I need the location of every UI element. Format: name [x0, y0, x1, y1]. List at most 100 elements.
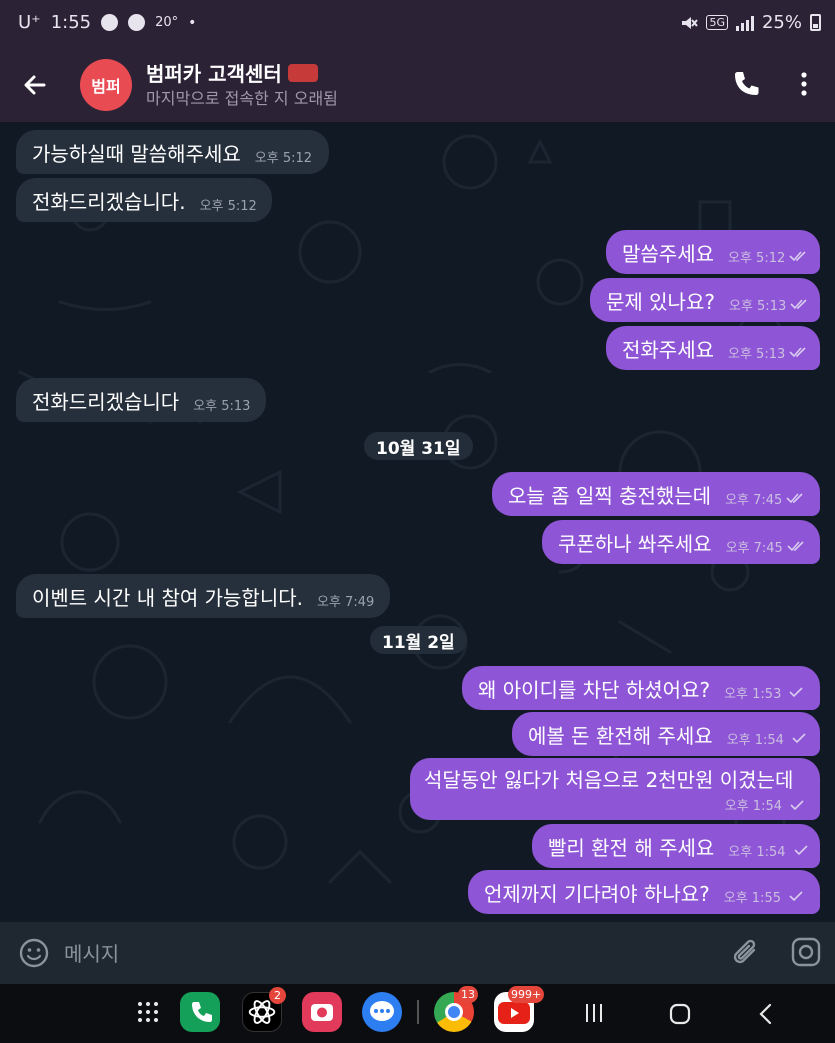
- message-time: 오후 5:13: [728, 298, 787, 314]
- attachment-icon[interactable]: [730, 936, 762, 970]
- camera-app-icon[interactable]: [302, 992, 342, 1032]
- message-text: 전화주세요: [622, 337, 714, 362]
- message-meta: 오후 5:13: [728, 343, 809, 362]
- message-bubble[interactable]: 쿠폰하나 쏴주세요 오후 7:45: [542, 520, 820, 564]
- status-right: 5G 25%: [680, 12, 821, 33]
- phone-call-icon[interactable]: [730, 68, 762, 100]
- message-text: 전화드리겠습니다: [32, 389, 180, 414]
- more-options-icon[interactable]: [794, 68, 814, 100]
- message-bubble[interactable]: 오늘 좀 일찍 충전했는데 오후 7:45: [492, 472, 820, 516]
- mute-icon: [682, 16, 699, 29]
- chat-title[interactable]: 범퍼카 고객센터: [146, 58, 318, 87]
- message-time: 오후 5:12: [199, 198, 257, 214]
- back-nav-icon[interactable]: [756, 1002, 776, 1026]
- message-bubble[interactable]: 언제까지 기다려야 하나요? 오후 1:55: [468, 870, 820, 914]
- message-meta: 오후 1:54: [728, 841, 809, 860]
- weather-temp: 20°: [155, 15, 179, 30]
- message-bubble[interactable]: 석달동안 잃다가 처음으로 2천만원 이겼는데 오후 1:54: [410, 758, 820, 820]
- messages-app-icon[interactable]: [362, 992, 402, 1032]
- message-text: 이벤트 시간 내 참여 가능합니다.: [32, 585, 303, 610]
- message-bubble[interactable]: 문제 있나요? 오후 5:13: [590, 278, 820, 322]
- carrier-label: U⁺: [18, 12, 41, 33]
- back-arrow-icon[interactable]: [20, 70, 50, 100]
- check-icon: [792, 733, 806, 744]
- message-meta: 오후 7:45: [726, 537, 807, 556]
- chrome-notification-icon: [128, 14, 146, 31]
- app-drawer-icon[interactable]: [136, 1000, 160, 1024]
- system-navigation-bar: 2 13 999+: [0, 984, 835, 1043]
- clock: 1:55: [50, 12, 92, 33]
- notification-badge: 999+: [508, 986, 545, 1003]
- emoji-icon[interactable]: [18, 937, 50, 969]
- notification-badge: 13: [458, 986, 478, 1003]
- message-meta: 오후 7:45: [725, 489, 806, 508]
- avatar-text: 범퍼: [91, 77, 121, 96]
- date-text: 10월 31일: [376, 438, 461, 459]
- camera-icon[interactable]: [790, 936, 822, 968]
- message-time: 오후 5:12: [254, 150, 313, 166]
- message-text: 가능하실때 말씀해주세요: [32, 141, 241, 166]
- message-text: 오늘 좀 일찍 충전했는데: [508, 483, 712, 508]
- message-meta: 오후 5:13: [729, 295, 810, 314]
- message-text: 석달동안 잃다가 처음으로 2천만원 이겼는데: [424, 768, 794, 792]
- check-icon: [789, 687, 803, 698]
- status-left: U⁺ 1:55 20° •: [18, 12, 196, 33]
- check-icon: [793, 845, 808, 856]
- message-time: 오후 1:54: [726, 732, 784, 748]
- message-bubble[interactable]: 이벤트 시간 내 참여 가능합니다. 오후 7:49: [16, 574, 390, 618]
- message-time: 오후 5:13: [193, 398, 251, 414]
- home-icon[interactable]: [668, 1002, 692, 1026]
- message-bubble[interactable]: 전화드리겠습니다 오후 5:13: [16, 378, 266, 422]
- message-meta: 오후 1:54: [727, 729, 808, 748]
- message-bubble[interactable]: 전화드리겠습니다. 오후 5:12: [16, 178, 272, 222]
- message-time: 오후 1:55: [723, 890, 781, 906]
- date-separator: 11월 2일: [370, 626, 467, 654]
- message-time: 오후 7:45: [725, 492, 783, 508]
- message-bubble[interactable]: 말씀주세요 오후 5:12: [606, 230, 820, 274]
- message-time: 오후 7:49: [317, 594, 375, 610]
- message-time: 오후 1:54: [724, 799, 782, 814]
- message-list[interactable]: 가능하실때 말씀해주세요 오후 5:12 전화드리겠습니다. 오후 5:12 말…: [0, 122, 835, 922]
- youtube-app-icon[interactable]: 999+: [494, 986, 545, 1032]
- dot-icon: •: [188, 14, 197, 31]
- message-bubble[interactable]: 에볼 돈 환전해 주세요 오후 1:54: [512, 712, 820, 756]
- message-text: 빨리 환전 해 주세요: [548, 835, 715, 860]
- chrome-app-icon[interactable]: 13: [434, 986, 478, 1032]
- double-check-icon: [790, 299, 807, 310]
- message-text: 쿠폰하나 쏴주세요: [558, 531, 712, 556]
- talk-notification-icon: [101, 14, 119, 31]
- check-icon: [790, 799, 804, 810]
- date-text: 11월 2일: [382, 632, 455, 653]
- message-bubble[interactable]: 가능하실때 말씀해주세요 오후 5:12: [16, 130, 329, 174]
- message-input[interactable]: [62, 936, 706, 972]
- message-composer: [0, 922, 835, 984]
- message-text: 에볼 돈 환전해 주세요: [528, 723, 713, 748]
- message-time: 오후 1:54: [728, 844, 786, 860]
- message-text: 왜 아이디를 차단 하셨어요?: [478, 677, 711, 702]
- chat-header: 범퍼 범퍼카 고객센터 마지막으로 접속한 지 오래됨: [0, 50, 835, 122]
- phone-app-icon[interactable]: [180, 992, 220, 1032]
- signal-icon: [735, 15, 754, 31]
- message-time: 오후 1:53: [724, 686, 782, 702]
- message-time: 오후 5:13: [728, 346, 786, 362]
- date-separator: 10월 31일: [364, 432, 473, 460]
- battery-percent: 25%: [761, 12, 802, 33]
- avatar[interactable]: 범퍼: [80, 59, 132, 111]
- message-meta: 오후 5:12: [728, 247, 809, 266]
- message-time: 오후 7:45: [725, 540, 783, 556]
- double-check-icon: [787, 541, 804, 552]
- double-check-icon: [786, 493, 803, 504]
- message-bubble[interactable]: 전화주세요 오후 5:13: [606, 326, 820, 370]
- message-bubble[interactable]: 왜 아이디를 차단 하셨어요? 오후 1:53: [462, 666, 820, 710]
- double-check-icon: [789, 347, 806, 358]
- message-bubble[interactable]: 빨리 환전 해 주세요 오후 1:54: [532, 824, 820, 868]
- message-meta: 오후 1:55: [724, 887, 805, 906]
- recent-apps-icon[interactable]: [584, 1002, 604, 1024]
- car-emoji-icon: [287, 63, 318, 82]
- double-check-icon: [789, 251, 806, 262]
- dock-divider: [417, 1000, 419, 1024]
- message-meta: 오후 1:53: [724, 683, 805, 702]
- ai-app-icon[interactable]: 2: [242, 987, 286, 1032]
- check-icon: [789, 891, 803, 902]
- battery-icon: [810, 14, 821, 31]
